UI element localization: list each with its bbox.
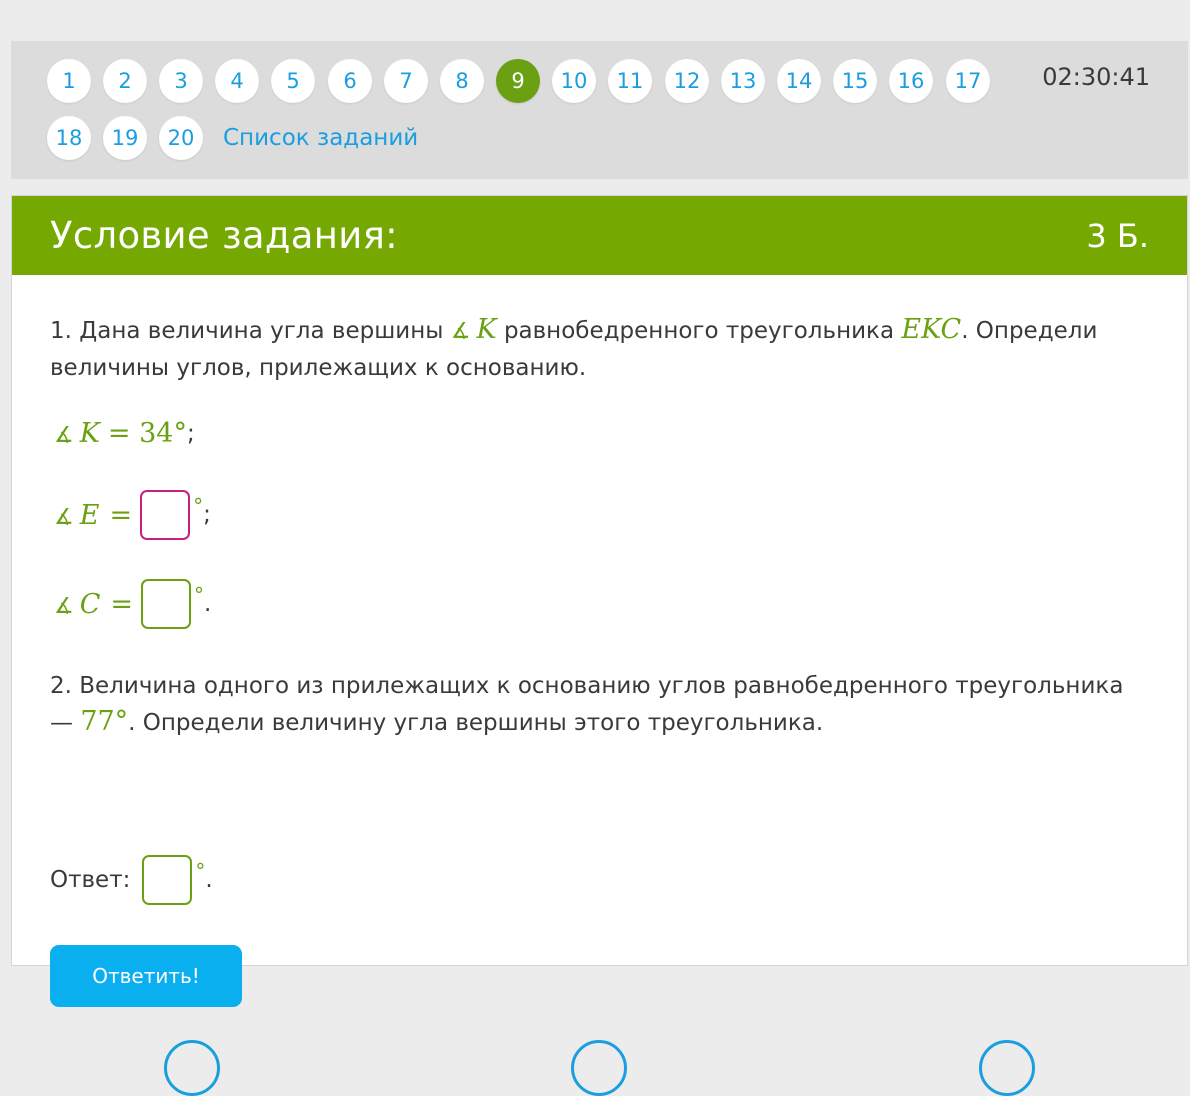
task-button-12[interactable]: 12 [665,59,709,103]
task-button-18[interactable]: 18 [47,116,91,160]
angle-c-end: . [204,591,212,617]
task-button-9-active[interactable]: 9 [496,59,540,103]
angle-c-input[interactable] [141,579,192,629]
task-button-17[interactable]: 17 [946,59,990,103]
task-button-19[interactable]: 19 [103,116,147,160]
task-button-7[interactable]: 7 [384,59,428,103]
question-2-text: 2. Величина одного из прилежащих к основ… [50,668,1150,741]
angle-e-end: ; [203,502,211,528]
q1-angle-vertex: ∡ K [450,314,497,345]
answer-degree: ° [195,859,206,883]
task-button-5[interactable]: 5 [271,59,315,103]
q1-text-a: 1. Дана величина угла вершины [50,318,444,344]
task-button-2[interactable]: 2 [103,59,147,103]
task-button-1[interactable]: 1 [47,59,91,103]
task-button-8[interactable]: 8 [440,59,484,103]
submit-button[interactable]: Ответить! [50,945,242,1007]
q2-text-a: 2. Величина одного из прилежащих к основ… [50,673,1124,699]
answer-label: Ответ: [50,867,131,893]
given-angle-end: ; [186,420,195,447]
answer-input[interactable] [142,855,193,905]
given-angle-label: ∡ K [54,418,100,449]
angle-e-label: ∡ E [54,499,100,531]
card-header: Условие задания: 3 Б. [12,196,1187,275]
angle-e-row: ∡ E = ° ; [54,490,211,540]
given-angle-k: ∡ K = 34° ; [54,418,195,449]
timer: 02:30:41 [1042,63,1150,91]
angle-icon: ∡ [54,504,74,530]
angle-e-equals: = [109,499,133,531]
given-angle-value: = 34° [107,418,187,449]
bottom-nav-icon-center[interactable] [571,1040,627,1096]
q2-text-b: . Определи величину угла вершины этого т… [128,710,824,736]
q2-dash: — [50,710,73,736]
angle-e-degree: ° [193,494,204,518]
task-button-6[interactable]: 6 [328,59,372,103]
task-list-link[interactable]: Список заданий [223,121,418,155]
angle-icon: ∡ [54,423,74,448]
task-button-20[interactable]: 20 [159,116,203,160]
task-button-15[interactable]: 15 [833,59,877,103]
points-badge: 3 Б. [1086,216,1149,255]
q1-text-b: равнобедренного треугольника [503,318,895,344]
task-card: Условие задания: 3 Б. 1. Дана величина у… [11,195,1188,1007]
task-button-4[interactable]: 4 [215,59,259,103]
angle-c-label: ∡ C [54,588,101,620]
task-navigation-panel: 1 2 3 4 5 6 7 8 9 10 11 12 13 14 15 16 1… [11,41,1188,179]
angle-c-row: ∡ C = ° . [54,579,211,629]
task-button-14[interactable]: 14 [777,59,821,103]
bottom-nav-icon-right[interactable] [979,1040,1035,1096]
task-button-13[interactable]: 13 [721,59,765,103]
angle-icon: ∡ [450,319,471,344]
angle-c-equals: = [110,588,134,620]
q1-text-c: . Определи [961,318,1098,344]
card-title: Условие задания: [50,214,398,257]
q1-text-d: величины углов, прилежащих к основанию. [50,355,587,381]
angle-icon: ∡ [54,593,74,619]
q2-value: 77° [80,706,129,737]
q1-triangle-name: EKC [901,314,962,345]
answer-row: Ответ: ° . [50,855,213,905]
angle-e-input[interactable] [140,490,191,540]
task-button-16[interactable]: 16 [889,59,933,103]
question-1-text: 1. Дана величина угла вершины ∡ K равнобе… [50,312,1150,386]
angle-c-degree: ° [194,583,205,607]
task-button-3[interactable]: 3 [159,59,203,103]
task-button-11[interactable]: 11 [608,59,652,103]
bottom-nav-icon-left[interactable] [164,1040,220,1096]
task-button-10[interactable]: 10 [552,59,596,103]
answer-end: . [205,867,213,893]
